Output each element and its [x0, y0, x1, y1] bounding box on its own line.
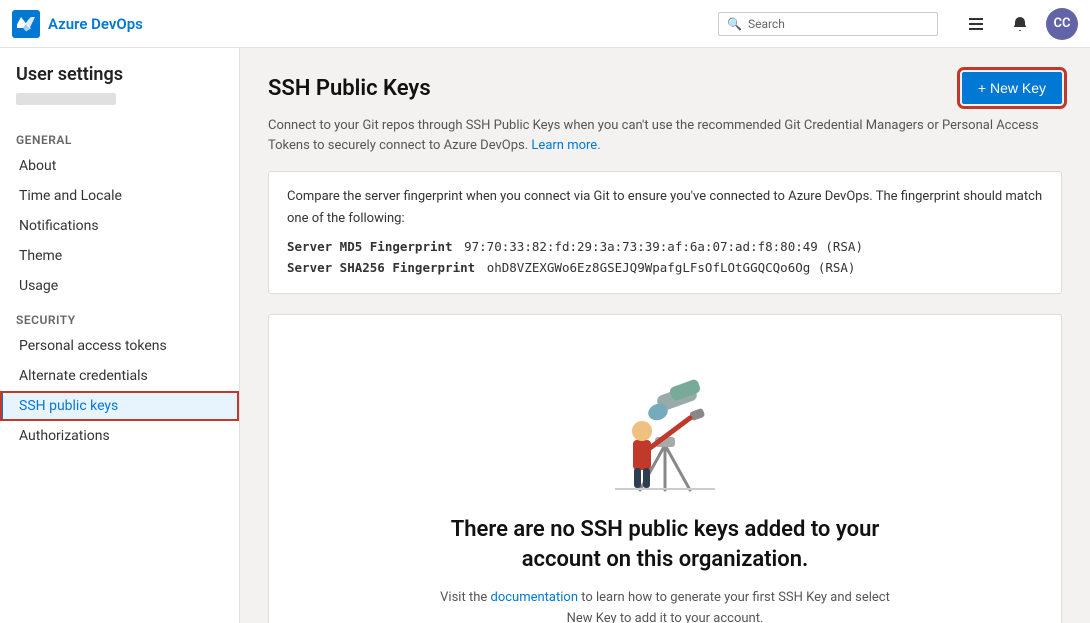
fingerprint-sha256-label: Server SHA256 Fingerprint: [287, 260, 475, 275]
content-area: SSH Public Keys + New Key Connect to you…: [240, 48, 1090, 623]
learn-more-link[interactable]: Learn more.: [531, 138, 600, 153]
app-logo[interactable]: Azure DevOps: [12, 10, 143, 38]
sidebar: User settings General About Time and Loc…: [0, 48, 240, 623]
page-title: SSH Public Keys: [268, 76, 431, 101]
sidebar-item-usage[interactable]: Usage: [0, 271, 239, 301]
documentation-link[interactable]: documentation: [490, 590, 578, 605]
page-header: SSH Public Keys + New Key: [268, 72, 1062, 104]
sidebar-item-label: Personal access tokens: [19, 338, 167, 354]
sidebar-item-personal-access-tokens[interactable]: Personal access tokens: [0, 331, 239, 361]
sidebar-item-label: Notifications: [19, 218, 99, 234]
user-avatar[interactable]: CC: [1046, 8, 1078, 40]
sidebar-item-label: Theme: [19, 248, 62, 264]
fingerprint-sha256-row: Server SHA256 Fingerprint ohD8VZEXGWo6Ez…: [287, 257, 1043, 278]
menu-icon[interactable]: [958, 6, 994, 42]
sidebar-item-notifications[interactable]: Notifications: [0, 211, 239, 241]
sidebar-item-theme[interactable]: Theme: [0, 241, 239, 271]
fingerprint-md5-row: Server MD5 Fingerprint 97:70:33:82:fd:29…: [287, 236, 1043, 257]
security-section-label: Security: [0, 301, 239, 331]
sidebar-item-label: About: [19, 158, 56, 174]
search-icon: 🔍: [727, 17, 742, 31]
new-key-button[interactable]: + New Key: [962, 72, 1062, 104]
fingerprint-intro: Compare the server fingerprint when you …: [287, 186, 1043, 230]
empty-state-description: Visit the documentation to learn how to …: [435, 588, 895, 623]
sidebar-item-label: Authorizations: [19, 428, 110, 444]
fingerprint-box: Compare the server fingerprint when you …: [268, 171, 1062, 294]
topnav-actions: CC: [958, 6, 1078, 42]
sidebar-item-label: Usage: [19, 278, 58, 294]
main-layout: User settings General About Time and Loc…: [0, 48, 1090, 623]
notification-icon[interactable]: [1002, 6, 1038, 42]
sidebar-user-avatar: [16, 93, 116, 105]
general-section-label: General: [0, 121, 239, 151]
sidebar-item-label: Alternate credentials: [19, 368, 148, 384]
sidebar-item-label: Time and Locale: [19, 188, 122, 204]
sidebar-item-authorizations[interactable]: Authorizations: [0, 421, 239, 451]
sidebar-item-alternate-credentials[interactable]: Alternate credentials: [0, 361, 239, 391]
sidebar-item-about[interactable]: About: [0, 151, 239, 181]
telescope-illustration: [585, 355, 745, 495]
empty-state-title: There are no SSH public keys added to yo…: [415, 515, 915, 577]
logo-icon: [12, 10, 40, 38]
search-box[interactable]: 🔍 Search: [718, 12, 938, 36]
fingerprint-sha256-value: ohD8VZEXGWo6Ez8GSEJQ9WpafgLFsOfLOtGGQCQo…: [487, 260, 856, 275]
top-navigation: Azure DevOps 🔍 Search CC: [0, 0, 1090, 48]
empty-state: There are no SSH public keys added to yo…: [268, 314, 1062, 623]
sidebar-title: User settings: [0, 64, 239, 93]
fingerprint-md5-label: Server MD5 Fingerprint: [287, 239, 453, 254]
fingerprint-md5-value: 97:70:33:82:fd:29:3a:73:39:af:6a:07:ad:f…: [464, 239, 863, 254]
sidebar-item-time-locale[interactable]: Time and Locale: [0, 181, 239, 211]
description-text: Connect to your Git repos through SSH Pu…: [268, 116, 1062, 155]
app-name: Azure DevOps: [48, 15, 143, 33]
search-label: Search: [748, 17, 785, 31]
sidebar-item-ssh-public-keys[interactable]: SSH public keys: [0, 391, 239, 421]
sidebar-item-label: SSH public keys: [19, 398, 118, 414]
